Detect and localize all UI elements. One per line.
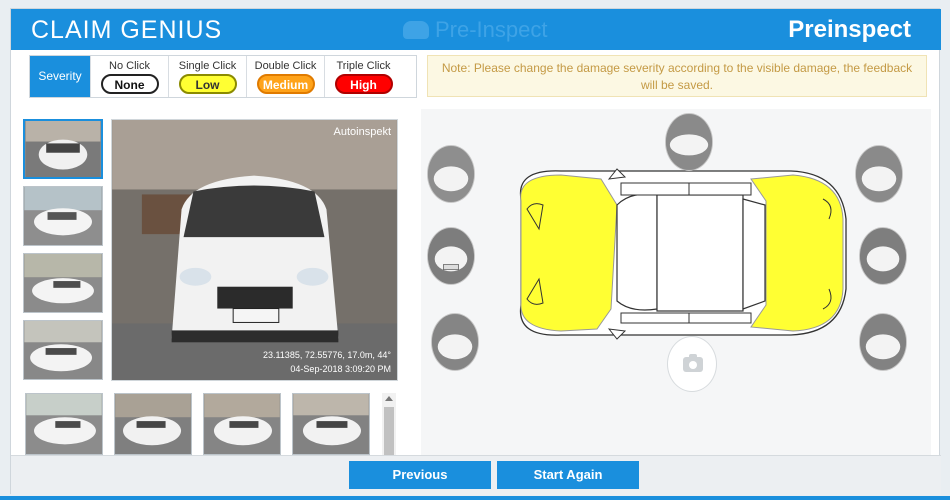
car-icon: [403, 21, 429, 39]
severity-low-button[interactable]: Low: [178, 74, 237, 94]
severity-hint: Triple Click: [336, 60, 391, 72]
header-watermark-text: Pre-Inspect: [435, 17, 548, 42]
photo-thumbnail[interactable]: [23, 253, 103, 313]
main-photo-watermark: Autoinspekt: [333, 126, 391, 138]
bottom-accent-strip: [0, 496, 950, 500]
severity-medium-button[interactable]: Medium: [256, 74, 315, 94]
severity-label: Severity: [30, 56, 90, 97]
gps-readout: 23.11385, 72.55776, 17.0m, 44°: [262, 350, 391, 360]
angle-photo-rear-right[interactable]: [859, 313, 907, 371]
main-photo: Autoinspekt 23.11385, 72.55776, 17.0m, 4…: [111, 119, 398, 381]
previous-button[interactable]: Previous: [349, 461, 491, 489]
photo-strip: [23, 393, 401, 457]
scrollbar-thumb[interactable]: [384, 407, 394, 457]
severity-option-none[interactable]: No Click None: [90, 56, 168, 97]
severity-option-medium[interactable]: Double Click Medium: [246, 56, 324, 97]
start-again-button[interactable]: Start Again: [497, 461, 639, 489]
angle-photo-rear[interactable]: [859, 227, 907, 285]
photo-strip-scrollbar[interactable]: [382, 393, 396, 457]
scroll-up-icon[interactable]: [385, 396, 393, 401]
feedback-note: Note: Please change the damage severity …: [427, 55, 927, 97]
angle-photo-front[interactable]: [427, 227, 475, 285]
header-bar: CLAIM GENIUS Pre-Inspect Preinspect: [11, 9, 941, 50]
logo: CLAIM GENIUS: [31, 16, 223, 44]
footer-bar: Previous Start Again: [11, 455, 941, 495]
severity-option-low[interactable]: Single Click Low: [168, 56, 246, 97]
header-watermark: Pre-Inspect: [403, 17, 548, 43]
photo-thumbnail[interactable]: [114, 393, 192, 455]
photo-timestamp: 04-Sep-2018 3:09:20 PM: [290, 364, 391, 374]
photo-thumbnail[interactable]: [292, 393, 370, 455]
photo-thumbnail[interactable]: [25, 393, 103, 455]
severity-option-high[interactable]: Triple Click High: [324, 56, 402, 97]
severity-none-button[interactable]: None: [100, 74, 159, 94]
photo-thumbnail[interactable]: [23, 119, 103, 179]
camera-icon: [683, 354, 703, 372]
angle-photo-front-right[interactable]: [431, 313, 479, 371]
add-photo-button[interactable]: [667, 336, 717, 392]
app-window: CLAIM GENIUS Pre-Inspect Preinspect Seve…: [10, 8, 941, 495]
severity-hint: Double Click: [254, 60, 317, 72]
angle-photo-front-left[interactable]: [427, 145, 475, 203]
severity-hint: Single Click: [178, 60, 237, 72]
photo-thumbnail[interactable]: [23, 320, 103, 380]
angle-photo-left-side[interactable]: [665, 113, 713, 171]
severity-hint: No Click: [109, 60, 150, 72]
photo-thumbnail[interactable]: [23, 186, 103, 246]
severity-high-button[interactable]: High: [334, 74, 393, 94]
page-title: Preinspect: [788, 16, 911, 43]
severity-selector: Severity No Click None Single Click Low …: [29, 55, 417, 98]
angle-photo-rear-left[interactable]: [855, 145, 903, 203]
photo-thumbnail[interactable]: [203, 393, 281, 455]
